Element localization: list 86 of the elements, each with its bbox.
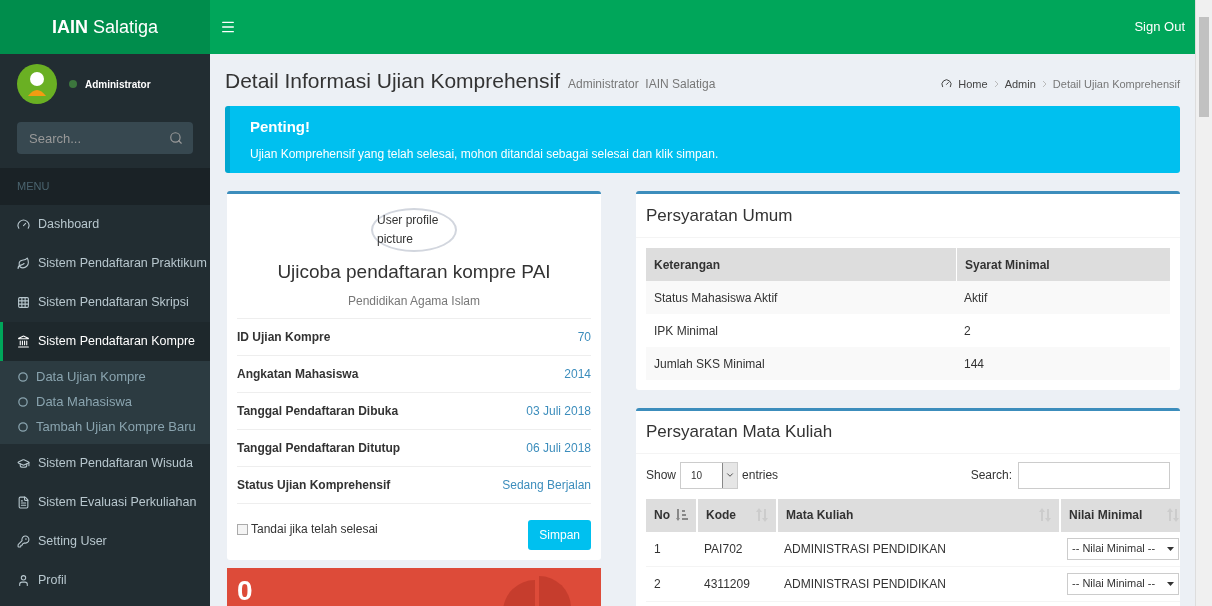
detail-label: Status Ujian Komprehensif xyxy=(237,477,391,494)
circle-icon xyxy=(18,397,28,407)
detail-value: 03 Juli 2018 xyxy=(526,403,591,420)
table-cell: PAI702 xyxy=(696,531,776,567)
detail-label: Tanggal Pendaftaran Dibuka xyxy=(237,403,399,420)
user-icon xyxy=(17,573,30,587)
caret-icon xyxy=(1167,546,1174,551)
dashboard-icon xyxy=(17,217,30,231)
search-icon[interactable] xyxy=(169,131,183,145)
table-cell: Aktif xyxy=(956,281,1170,314)
breadcrumb-link[interactable]: Admin xyxy=(1004,75,1036,92)
table-cell: ADMINISTRASI PENDIDIKAN xyxy=(776,531,1059,567)
caret-icon xyxy=(1167,581,1174,586)
table-cell: 1 xyxy=(646,531,696,567)
scrollbar[interactable] xyxy=(1195,0,1212,606)
page-title: Detail Informasi Ujian Komprehensif xyxy=(225,67,560,94)
entries-label: entries xyxy=(742,467,779,484)
profile-title: Ujicoba pendaftaran kompre PAI xyxy=(276,259,552,284)
table-cell: ADMINISTRASI PENDIDIKAN xyxy=(776,566,1059,602)
checkbox[interactable] xyxy=(237,523,248,535)
graduation-cap-icon xyxy=(17,456,30,470)
profile-subtitle: Pendidikan Agama Islam xyxy=(237,292,591,319)
chevron-icon xyxy=(993,79,999,88)
table-cell: Status Mahasiswa Aktif xyxy=(646,281,956,314)
stat-value: 0 xyxy=(237,574,253,606)
sort-icon xyxy=(1167,508,1179,522)
dashboard-icon xyxy=(941,78,953,90)
circle-icon xyxy=(18,372,28,382)
column-header[interactable]: Nilai Minimal xyxy=(1059,498,1180,532)
circle-icon xyxy=(18,422,28,432)
user-name: Administrator xyxy=(85,77,151,92)
search-field[interactable]: Search... xyxy=(17,122,193,154)
menu-icon[interactable] xyxy=(220,19,236,35)
dropdown-icon xyxy=(725,470,736,480)
search-label: Search: xyxy=(970,467,1012,484)
grade-select[interactable]: -- Nilai Minimal -- xyxy=(1067,572,1179,595)
sidebar-item[interactable]: Sistem Pendaftaran Wisuda xyxy=(0,443,210,483)
detail-label: ID Ujian Kompre xyxy=(237,329,331,346)
sidebar-item[interactable]: Sistem Evaluasi Perkuliahan xyxy=(0,482,210,522)
detail-label: Angkatan Mahasiswa xyxy=(237,366,359,383)
leaf-icon xyxy=(17,256,30,270)
sidebar-item[interactable]: Profil xyxy=(0,560,210,600)
page-subtitle: Administrator IAIN Salatiga xyxy=(568,75,716,93)
submenu-item[interactable]: Tambah Ujian Kompre Baru xyxy=(0,414,210,440)
detail-value: 70 xyxy=(577,329,591,346)
bank-icon xyxy=(17,334,30,348)
detail-label: Tanggal Pendaftaran Ditutup xyxy=(237,440,401,457)
table-cell: 4311209 xyxy=(696,566,776,602)
table-cell: 2 xyxy=(646,566,696,602)
panel-title: Persyaratan Mata Kuliah xyxy=(636,411,1180,454)
table-search-field[interactable] xyxy=(1018,461,1170,489)
sidebar-item[interactable]: Setting User xyxy=(0,521,210,561)
sort-ascending-icon xyxy=(676,508,688,522)
sidebar-item[interactable]: Dashboard xyxy=(0,204,210,244)
page-size-select[interactable]: 10 xyxy=(680,461,739,489)
chevron-icon xyxy=(1041,79,1047,88)
table-cell: 144 xyxy=(956,347,1170,380)
column-header: Keterangan xyxy=(646,248,956,281)
sidebar-item[interactable]: Sistem Pendaftaran Praktikum xyxy=(0,243,210,283)
submenu-item[interactable]: Data Mahasiswa xyxy=(0,389,210,415)
key-icon xyxy=(17,534,30,548)
detail-value: 06 Juli 2018 xyxy=(526,440,591,457)
brand-logo[interactable]: IAIN Salatiga xyxy=(51,13,159,41)
grid-icon xyxy=(17,295,30,309)
document-icon xyxy=(17,495,30,509)
breadcrumb-link[interactable]: Home xyxy=(958,75,988,92)
avatar-icon xyxy=(17,64,57,104)
column-header[interactable]: No xyxy=(646,498,696,532)
table-cell: Jumlah SKS Minimal xyxy=(646,347,956,380)
breadcrumb-current: Detail Ujian Komprehensif xyxy=(1052,76,1180,92)
detail-value: 2014 xyxy=(564,366,591,383)
sidebar-item[interactable]: Sistem Pendaftaran Kompre xyxy=(0,321,210,361)
menu-header: MENU xyxy=(0,168,210,205)
show-label: Show xyxy=(646,467,677,484)
sidebar-item[interactable]: Sistem Pendaftaran Skripsi xyxy=(0,282,210,322)
detail-value: Sedang Berjalan xyxy=(502,477,591,494)
column-header[interactable]: Kode xyxy=(696,498,776,532)
grade-select[interactable]: -- Nilai Minimal -- xyxy=(1067,537,1179,560)
checkbox-label: Tandai jika telah selesai xyxy=(251,521,378,538)
panel-title: Persyaratan Umum xyxy=(636,193,1180,238)
column-header[interactable]: Mata Kuliah xyxy=(776,498,1059,532)
column-header: Syarat Minimal xyxy=(956,248,1170,281)
image-alt-text: User profile picture xyxy=(377,212,439,246)
alert-title: Penting! xyxy=(250,117,311,137)
alert-message: Ujian Komprehensif yang telah selesai, mohon ditandai sebagai selesai dan klik simpan. xyxy=(250,145,720,163)
submenu-item[interactable]: Data Ujian Kompre xyxy=(0,364,210,390)
